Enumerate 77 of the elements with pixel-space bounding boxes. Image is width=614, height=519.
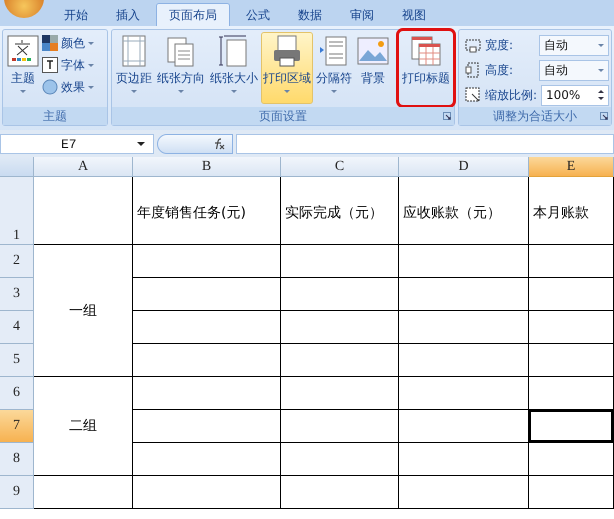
- caret-icon: [88, 86, 94, 88]
- column-header[interactable]: E: [529, 157, 614, 177]
- themes-button[interactable]: 主题: [5, 32, 41, 104]
- field-label: 宽度:: [484, 36, 514, 54]
- column-header[interactable]: A: [34, 157, 133, 177]
- column-header[interactable]: B: [133, 157, 281, 177]
- row-header[interactable]: 6: [0, 377, 34, 410]
- field-label: 高度:: [484, 62, 514, 78]
- ribbon-button[interactable]: 纸张方向: [154, 32, 207, 104]
- theme-icon: [7, 35, 39, 67]
- height-icon: [464, 62, 481, 78]
- theme-option-button[interactable]: 效果: [42, 78, 94, 96]
- spinner-field[interactable]: 100%: [541, 84, 609, 106]
- table-cell: 实际完成（元）: [281, 177, 399, 245]
- width-icon: [464, 37, 481, 53]
- group-label: 调整为合适大小: [492, 108, 577, 124]
- ribbon-tab[interactable]: 开始: [52, 4, 100, 26]
- ribbon-button[interactable]: 打印标题: [400, 32, 452, 104]
- table-cell: 应收账款（元）: [399, 177, 529, 245]
- ribbon-button[interactable]: 背景: [354, 32, 391, 104]
- scale-icon: [464, 87, 481, 103]
- caret-icon: [284, 90, 290, 93]
- ribbon-tab[interactable]: 审阅: [338, 4, 386, 26]
- caret-icon: [137, 142, 145, 146]
- dropdown-field[interactable]: 自动: [539, 60, 609, 80]
- ribbon-button[interactable]: 打印区域: [260, 32, 313, 104]
- theme-option-button[interactable]: 字体: [42, 56, 94, 74]
- merged-cell: 二组: [34, 377, 133, 476]
- group-label: 页面设置: [258, 108, 307, 124]
- ribbon-button[interactable]: 分隔符: [314, 32, 354, 104]
- caret-icon: [130, 90, 137, 93]
- selected-cell[interactable]: [529, 410, 614, 443]
- ribbon-tab[interactable]: 公式: [234, 4, 282, 26]
- ribbon-button[interactable]: 页边距: [114, 32, 154, 104]
- row-header[interactable]: 1: [0, 177, 34, 245]
- row-header[interactable]: 4: [0, 311, 34, 344]
- select-all-corner[interactable]: [0, 157, 34, 177]
- dialog-launcher-icon[interactable]: [442, 112, 451, 120]
- dialog-launcher-icon[interactable]: [600, 112, 608, 120]
- font-icon: [42, 57, 58, 73]
- caret-icon: [20, 90, 26, 93]
- caret-icon: [330, 90, 337, 93]
- caret-icon: [598, 68, 604, 72]
- group-label: 主题: [42, 108, 67, 124]
- dropdown-field[interactable]: 自动: [539, 34, 609, 56]
- column-header[interactable]: D: [399, 157, 529, 177]
- caret-icon: [88, 64, 94, 66]
- merged-cell: 一组: [34, 245, 133, 377]
- caret-icon: [178, 90, 184, 93]
- theme-option-button[interactable]: 颜色: [42, 34, 94, 52]
- table-cell: 年度销售任务(元): [133, 177, 281, 245]
- row-header[interactable]: 3: [0, 278, 34, 311]
- ribbon-tab[interactable]: 插入: [104, 4, 152, 26]
- caret-icon: [598, 44, 604, 46]
- name-box[interactable]: E7: [0, 134, 154, 154]
- row-header[interactable]: 9: [0, 476, 34, 509]
- ribbon-button[interactable]: 纸张大小: [208, 32, 260, 104]
- insert-function-button[interactable]: [157, 134, 233, 154]
- ribbon-tab[interactable]: 视图: [390, 4, 438, 26]
- row-header[interactable]: 7: [0, 410, 34, 443]
- color-squares-icon: [42, 35, 58, 51]
- field-label: 缩放比例:: [484, 86, 537, 104]
- ribbon-tab[interactable]: 页面布局: [156, 3, 230, 26]
- circle-icon: [42, 79, 58, 95]
- ribbon-tab[interactable]: 数据: [286, 4, 334, 26]
- formula-input[interactable]: [236, 134, 614, 154]
- table-cell: 本月账款: [529, 177, 614, 245]
- column-header[interactable]: C: [281, 157, 399, 177]
- table-pages-icon: [410, 35, 442, 67]
- row-header[interactable]: 2: [0, 245, 34, 278]
- spin-arrows-icon: [598, 90, 604, 100]
- caret-icon: [88, 42, 94, 44]
- row-header[interactable]: 5: [0, 344, 34, 377]
- caret-icon: [230, 90, 237, 93]
- row-header[interactable]: 8: [0, 443, 34, 476]
- landscape-picture-icon: [356, 35, 389, 67]
- function-icon: [212, 138, 226, 150]
